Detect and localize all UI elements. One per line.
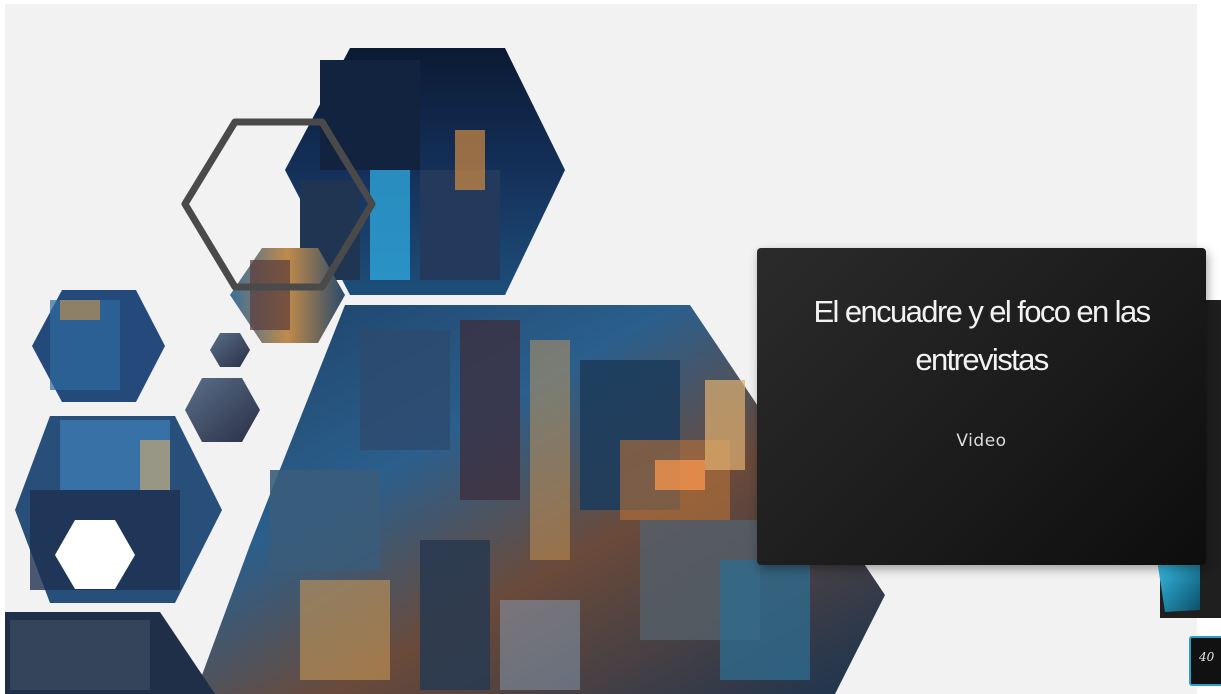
slide-title: El encuadre y el foco en las entrevistas: [813, 294, 1151, 377]
tiny-hexagon: [210, 333, 250, 367]
skyline-hexagon: [285, 48, 565, 295]
page-number: 40: [1199, 650, 1215, 664]
title-card: El encuadre y el foco en las entrevistas…: [757, 248, 1206, 565]
slide-subtitle: Video: [956, 431, 1007, 451]
small-hexagon: [185, 378, 260, 442]
bottom-left-hexagon: [5, 612, 215, 694]
left-building-hexagon: [32, 290, 165, 402]
page-number-badge: 40: [1189, 636, 1221, 686]
slide: El encuadre y el foco en las entrevistas…: [0, 0, 1221, 694]
